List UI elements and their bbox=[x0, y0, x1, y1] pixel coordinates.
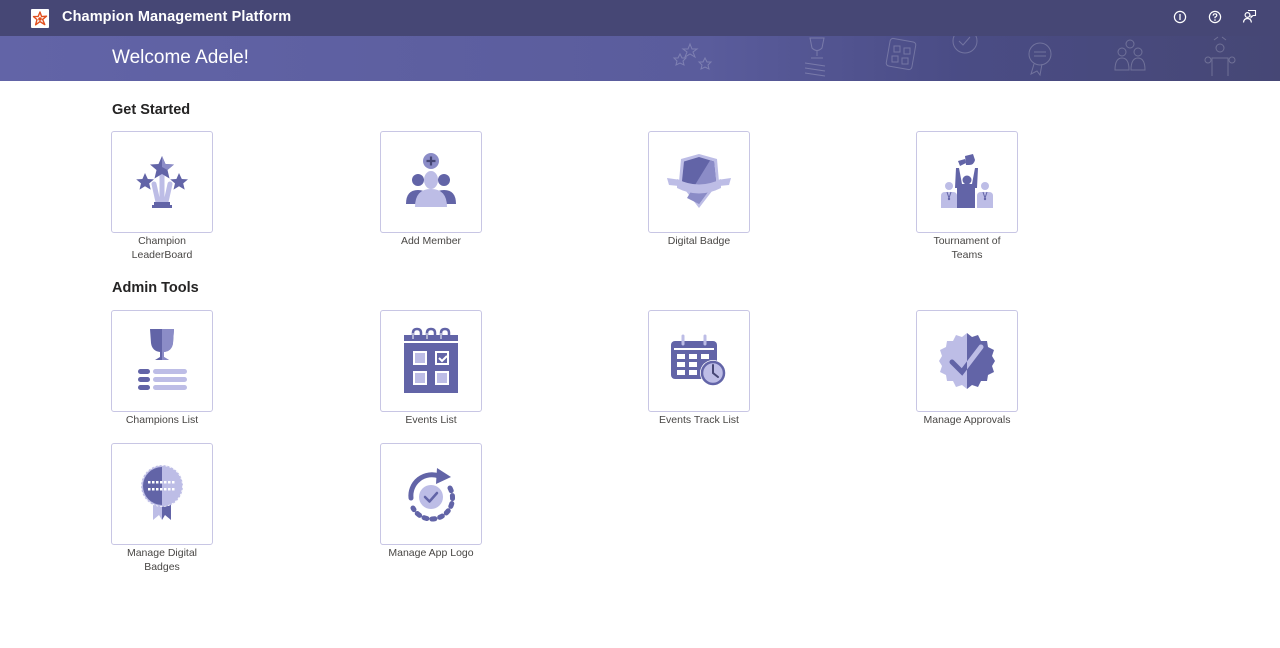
tile-label: Add Member bbox=[400, 235, 462, 247]
manage-app-logo-button[interactable] bbox=[380, 443, 482, 545]
welcome-banner: Welcome Adele! bbox=[0, 36, 1280, 81]
champion-leaderboard-button[interactable] bbox=[111, 131, 213, 233]
tile-label: Events List bbox=[405, 414, 457, 426]
tile-label: Manage Digital Badges bbox=[126, 547, 198, 573]
tile-champions-list[interactable]: Champions List bbox=[92, 310, 232, 428]
add-member-icon bbox=[406, 153, 456, 207]
section-title-get-started: Get Started bbox=[112, 102, 191, 118]
tournament-icon bbox=[941, 154, 993, 208]
tile-label: Events Track List bbox=[659, 414, 739, 426]
info-icon[interactable] bbox=[1171, 8, 1188, 25]
add-member-button[interactable] bbox=[380, 131, 482, 233]
tile-manage-app-logo[interactable]: Manage App Logo bbox=[361, 443, 501, 561]
refresh-check-icon bbox=[408, 468, 456, 522]
manage-approvals-button[interactable] bbox=[916, 310, 1018, 412]
feedback-icon[interactable] bbox=[1241, 8, 1258, 25]
champions-list-button[interactable] bbox=[111, 310, 213, 412]
tile-champion-leaderboard[interactable]: Champion LeaderBoard bbox=[92, 131, 232, 262]
help-icon[interactable] bbox=[1206, 8, 1223, 25]
ribbon-badge-icon bbox=[141, 465, 183, 520]
tile-label: Champion LeaderBoard bbox=[131, 235, 193, 261]
tile-manage-approvals[interactable]: Manage Approvals bbox=[897, 310, 1037, 428]
shield-badge-icon bbox=[667, 154, 731, 208]
welcome-message: Welcome Adele! bbox=[112, 47, 249, 68]
tile-label: Champions List bbox=[125, 414, 199, 426]
tile-label: Digital Badge bbox=[667, 235, 731, 247]
calendar-icon bbox=[404, 327, 458, 393]
banner-decoration-icon bbox=[672, 36, 1236, 77]
tile-add-member[interactable]: Add Member bbox=[361, 131, 501, 249]
stars-trophy-icon bbox=[136, 156, 188, 208]
app-header: Champion Management Platform bbox=[0, 0, 1280, 36]
calendar-clock-icon bbox=[671, 334, 726, 386]
tile-label: Manage App Logo bbox=[388, 547, 474, 559]
tile-manage-digital-badges[interactable]: Manage Digital Badges bbox=[92, 443, 232, 574]
tile-label: Tournament of Teams bbox=[933, 235, 1001, 261]
tile-events-track-list[interactable]: Events Track List bbox=[629, 310, 769, 428]
tile-tournament-of-teams[interactable]: Tournament of Teams bbox=[897, 131, 1037, 262]
manage-digital-badges-button[interactable] bbox=[111, 443, 213, 545]
events-list-button[interactable] bbox=[380, 310, 482, 412]
events-track-list-button[interactable] bbox=[648, 310, 750, 412]
section-title-admin-tools: Admin Tools bbox=[112, 280, 199, 296]
tile-events-list[interactable]: Events List bbox=[361, 310, 501, 428]
star-logo-icon bbox=[31, 9, 49, 28]
tournament-of-teams-button[interactable] bbox=[916, 131, 1018, 233]
digital-badge-button[interactable] bbox=[648, 131, 750, 233]
app-title: Champion Management Platform bbox=[62, 9, 292, 25]
approval-seal-icon bbox=[939, 333, 995, 389]
tile-label: Manage Approvals bbox=[923, 414, 1011, 426]
tile-digital-badge[interactable]: Digital Badge bbox=[629, 131, 769, 249]
trophy-list-icon bbox=[138, 329, 187, 390]
